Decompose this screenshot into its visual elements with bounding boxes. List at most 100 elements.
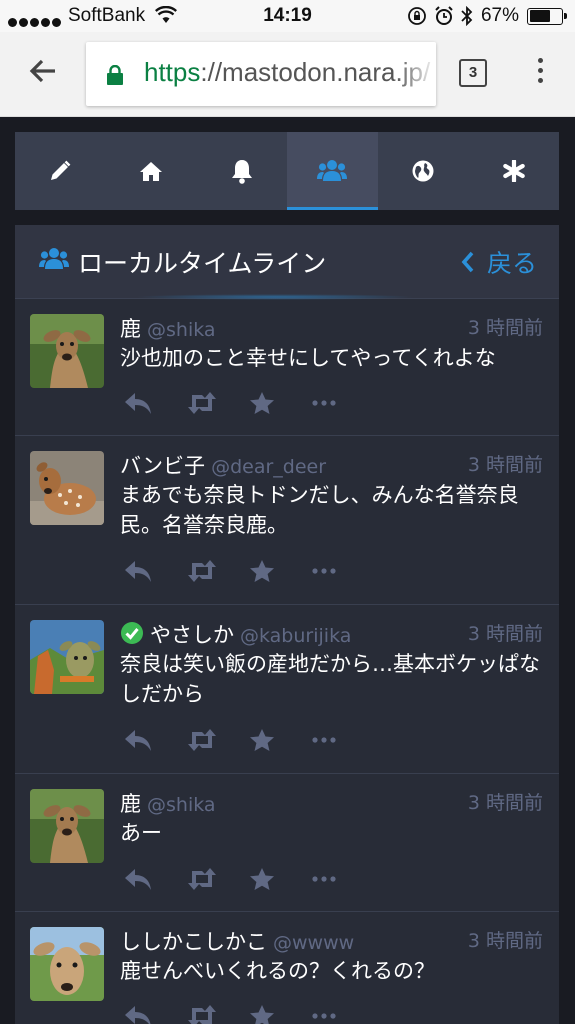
avatar-deer[interactable] xyxy=(30,314,104,388)
reply-icon xyxy=(125,730,151,751)
ellipsis-icon xyxy=(312,737,336,743)
tab-local-timeline[interactable] xyxy=(287,132,378,210)
ellipsis-icon xyxy=(312,400,336,406)
back-button[interactable]: 戻る xyxy=(461,244,537,280)
tab-compose[interactable] xyxy=(15,132,106,210)
more-options-button[interactable] xyxy=(312,389,375,417)
ellipsis-icon xyxy=(312,876,336,882)
column-title: ローカルタイムライン xyxy=(78,249,327,278)
avatar-deer-mask[interactable] xyxy=(30,620,104,694)
avatar-deer[interactable] xyxy=(30,789,104,863)
status-content: まあでも奈良トドンだし、みんな名誉奈良民。名誉奈良鹿。 xyxy=(120,483,519,537)
favourite-button[interactable] xyxy=(249,557,312,585)
mastodon-page: ローカルタイムライン 戻る 鹿 @shika 3 時間前 沙也加のこと幸せにして… xyxy=(0,117,575,1024)
tab-federated-timeline[interactable] xyxy=(378,132,469,210)
chevron-left-icon xyxy=(461,251,474,273)
favourite-button[interactable] xyxy=(249,865,312,893)
battery-percent: 67% xyxy=(480,5,519,26)
boost-button[interactable] xyxy=(186,557,249,585)
account-handle[interactable]: @shika xyxy=(147,319,216,341)
status-item[interactable]: 鹿 @shika 3 時間前 沙也加のこと幸せにしてやってくれよな xyxy=(15,299,559,436)
reply-button[interactable] xyxy=(123,1002,186,1024)
favourite-button[interactable] xyxy=(249,389,312,417)
avatar-deer-face[interactable] xyxy=(30,927,104,1001)
ellipsis-icon xyxy=(312,568,336,574)
reply-icon xyxy=(125,1006,151,1024)
display-name[interactable]: ししかこしかこ xyxy=(120,930,267,954)
reply-button[interactable] xyxy=(123,865,186,893)
navigation-tabs xyxy=(15,132,559,210)
reply-button[interactable] xyxy=(123,726,186,754)
boost-button[interactable] xyxy=(186,726,249,754)
timestamp[interactable]: 3 時間前 xyxy=(468,788,543,815)
retweet-icon xyxy=(188,560,216,582)
status-actions xyxy=(123,389,375,417)
timestamp[interactable]: 3 時間前 xyxy=(468,450,543,477)
local-timeline-column: ローカルタイムライン 戻る 鹿 @shika 3 時間前 沙也加のこと幸せにして… xyxy=(15,225,559,1024)
reply-button[interactable] xyxy=(123,389,186,417)
reply-button[interactable] xyxy=(123,557,186,585)
star-icon xyxy=(250,868,274,890)
retweet-icon xyxy=(188,868,216,890)
status-content: 奈良は笑い飯の産地だから…基本ボケッぱなしだから xyxy=(120,652,540,706)
tab-notifications[interactable] xyxy=(196,132,287,210)
ellipsis-icon xyxy=(312,1013,336,1019)
back-label: 戻る xyxy=(486,249,537,278)
address-bar[interactable]: https://mastodon.nara.jp/ xyxy=(86,42,436,106)
status-item[interactable]: バンビ子 @dear_deer 3 時間前 まあでも奈良トドンだし、みんな名誉奈良… xyxy=(15,436,559,605)
account-handle[interactable]: @kaburijika xyxy=(240,625,351,647)
users-icon xyxy=(317,160,348,181)
boost-button[interactable] xyxy=(186,865,249,893)
bluetooth-icon xyxy=(461,6,473,26)
retweet-icon xyxy=(188,1005,216,1024)
reply-icon xyxy=(125,869,151,890)
star-icon xyxy=(250,560,274,582)
account-handle[interactable]: @wwww xyxy=(273,932,354,954)
status-actions xyxy=(123,865,375,893)
tab-switcher-button[interactable]: 3 xyxy=(459,59,487,87)
display-name[interactable]: バンビ子 xyxy=(120,454,205,478)
browser-menu-icon[interactable] xyxy=(535,58,545,90)
status-content: 鹿せんべいくれるの？くれるの？ xyxy=(120,959,435,983)
display-name[interactable]: 鹿 xyxy=(120,792,141,816)
timestamp[interactable]: 3 時間前 xyxy=(468,926,543,953)
boost-button[interactable] xyxy=(186,1002,249,1024)
star-icon xyxy=(250,729,274,751)
star-icon xyxy=(250,1005,274,1024)
favourite-button[interactable] xyxy=(249,1002,312,1024)
retweet-icon xyxy=(188,729,216,751)
battery-icon xyxy=(527,7,567,25)
tab-getting-started[interactable] xyxy=(468,132,559,210)
status-item[interactable]: やさしか @kaburijika 3 時間前 奈良は笑い飯の産地だから…基本ボケッ… xyxy=(15,605,559,774)
account-handle[interactable]: @shika xyxy=(147,794,216,816)
ios-status-bar: SoftBank 14:19 67% xyxy=(0,0,575,32)
favourite-button[interactable] xyxy=(249,726,312,754)
account-handle[interactable]: @dear_deer xyxy=(211,456,326,478)
tab-home[interactable] xyxy=(106,132,197,210)
alarm-icon xyxy=(435,6,453,25)
more-options-button[interactable] xyxy=(312,865,375,893)
boost-button[interactable] xyxy=(186,389,249,417)
pencil-icon xyxy=(51,160,71,180)
status-actions xyxy=(123,726,375,754)
status-content: 沙也加のこと幸せにしてやってくれよな xyxy=(120,346,496,370)
display-name[interactable]: 鹿 xyxy=(120,317,141,341)
reply-icon xyxy=(125,561,151,582)
status-content: あー xyxy=(120,821,162,845)
browser-toolbar: https://mastodon.nara.jp/ 3 xyxy=(0,32,575,117)
timestamp[interactable]: 3 時間前 xyxy=(468,313,543,340)
browser-back-icon[interactable] xyxy=(26,54,60,88)
status-item[interactable]: ししかこしかこ @wwww 3 時間前 鹿せんべいくれるの？くれるの？ xyxy=(15,912,559,1024)
timestamp[interactable]: 3 時間前 xyxy=(468,619,543,646)
column-header: ローカルタイムライン 戻る xyxy=(15,225,559,300)
more-options-button[interactable] xyxy=(312,726,375,754)
more-options-button[interactable] xyxy=(312,557,375,585)
status-actions xyxy=(123,1002,375,1024)
avatar-fawn[interactable] xyxy=(30,451,104,525)
reply-icon xyxy=(125,393,151,414)
star-icon xyxy=(250,392,274,414)
display-name[interactable]: やさしか xyxy=(150,623,234,647)
asterisk-icon xyxy=(502,160,525,182)
more-options-button[interactable] xyxy=(312,1002,375,1024)
status-item[interactable]: 鹿 @shika 3 時間前 あー xyxy=(15,774,559,912)
